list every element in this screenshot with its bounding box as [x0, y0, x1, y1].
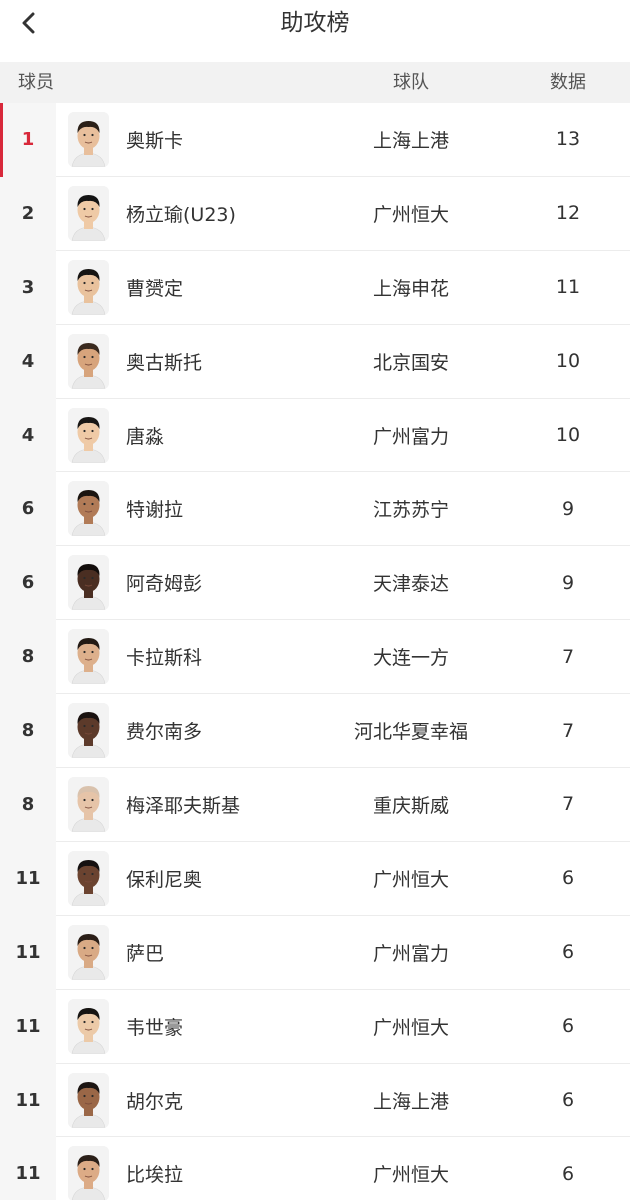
player-avatar	[68, 481, 109, 537]
player-avatar	[68, 555, 109, 611]
player-avatar	[68, 112, 109, 167]
column-header-stat: 数据	[550, 72, 586, 93]
player-team: 重庆斯威	[372, 794, 450, 817]
player-team: 北京国安	[372, 351, 450, 374]
rank-number: 11	[15, 1089, 41, 1111]
player-avatar	[68, 998, 109, 1054]
player-team: 广州恒大	[372, 868, 450, 891]
assist-count: 9	[561, 571, 575, 594]
player-name: 杨立瑜(U23)	[126, 203, 236, 226]
assist-count: 7	[561, 645, 575, 668]
assist-count: 7	[561, 793, 575, 816]
column-header-row: 球员 球队 数据	[0, 62, 630, 103]
player-name: 卡拉斯科	[126, 647, 203, 670]
player-row[interactable]: 3 曹赟定 上海申花 11	[0, 250, 630, 325]
player-team: 广州恒大	[372, 203, 450, 226]
rank-number: 6	[21, 572, 35, 594]
player-team: 上海申花	[372, 277, 450, 300]
player-row[interactable]: 8 费尔南多 河北华夏幸福 7	[0, 694, 630, 769]
rank-number: 4	[21, 424, 35, 446]
player-team: 广州恒大	[372, 1164, 450, 1187]
assist-count: 6	[561, 1162, 575, 1185]
assist-count: 12	[555, 202, 581, 225]
player-team: 河北华夏幸福	[353, 721, 469, 744]
rank-number: 11	[15, 867, 41, 889]
assist-count: 6	[561, 941, 575, 964]
player-row[interactable]: 11 韦世豪 广州恒大 6	[0, 989, 630, 1064]
assist-count: 13	[555, 128, 581, 151]
player-name: 阿奇姆彭	[126, 573, 203, 596]
player-name: 费尔南多	[126, 721, 203, 744]
rank-number: 11	[15, 1015, 41, 1037]
assist-count: 10	[555, 350, 581, 373]
player-name: 唐淼	[126, 425, 165, 448]
player-name: 保利尼奥	[126, 868, 203, 891]
rank-number: 8	[21, 720, 35, 742]
player-avatar	[68, 629, 109, 685]
player-avatar	[68, 407, 109, 463]
player-avatar	[68, 333, 109, 389]
player-team: 天津泰达	[372, 573, 450, 596]
assist-count: 7	[561, 719, 575, 742]
rank-number: 3	[21, 276, 35, 298]
player-name: 奥古斯托	[126, 351, 203, 374]
player-row[interactable]: 6 阿奇姆彭 天津泰达 9	[0, 546, 630, 621]
player-name: 萨巴	[126, 942, 165, 965]
player-row[interactable]: 1 奥斯卡 上海上港 13	[0, 103, 630, 177]
rank-number: 4	[21, 350, 35, 372]
player-row[interactable]: 6 特谢拉 江苏苏宁 9	[0, 472, 630, 547]
assist-count: 9	[561, 497, 575, 520]
assist-count: 6	[561, 1089, 575, 1112]
player-name: 特谢拉	[126, 499, 184, 522]
column-header-team: 球队	[393, 72, 429, 93]
column-header-player: 球员	[18, 72, 54, 93]
assist-count: 10	[555, 424, 581, 446]
player-team: 大连一方	[372, 647, 450, 670]
player-avatar	[68, 924, 109, 980]
assist-count: 6	[561, 867, 575, 890]
player-avatar	[68, 777, 109, 833]
assist-count: 11	[555, 276, 581, 299]
player-name: 韦世豪	[126, 1016, 184, 1039]
page-title: 助攻榜	[280, 10, 350, 36]
player-name: 梅泽耶夫斯基	[126, 794, 241, 817]
player-avatar	[68, 185, 109, 241]
player-name: 曹赟定	[126, 277, 184, 300]
rank-number: 1	[21, 128, 35, 150]
assist-count: 6	[561, 1015, 575, 1038]
player-team: 广州富力	[372, 942, 450, 965]
player-team: 江苏苏宁	[372, 499, 450, 522]
player-avatar	[68, 703, 109, 759]
player-avatar	[68, 1146, 109, 1200]
player-name: 胡尔克	[126, 1090, 184, 1113]
player-avatar	[68, 1072, 109, 1128]
player-row[interactable]: 2 杨立瑜(U23) 广州恒大 12	[0, 176, 630, 251]
player-row[interactable]: 11 胡尔克 上海上港 6	[0, 1063, 630, 1138]
rank-number: 8	[21, 646, 35, 668]
assist-ranking-list: 1 奥斯卡 上海上港 13 2 杨立瑜(U23) 广州恒大 12 3 曹赟定 上海申花 11 4 奥古斯托…	[0, 103, 630, 1200]
player-team: 广州恒大	[372, 1016, 450, 1039]
player-row[interactable]: 11 萨巴 广州富力 6	[0, 915, 630, 990]
player-row[interactable]: 11 比埃拉 广州恒大 6	[0, 1137, 630, 1200]
player-name: 比埃拉	[126, 1164, 184, 1187]
player-row[interactable]: 11 保利尼奥 广州恒大 6	[0, 841, 630, 916]
player-avatar	[68, 850, 109, 906]
player-row[interactable]: 4 奥古斯托 北京国安 10	[0, 324, 630, 399]
player-row[interactable]: 4 唐淼 广州富力 10	[0, 398, 630, 473]
rank-number: 6	[21, 498, 35, 520]
player-team: 上海上港	[372, 129, 450, 152]
player-row[interactable]: 8 梅泽耶夫斯基 重庆斯威 7	[0, 768, 630, 842]
rank-number: 11	[15, 941, 41, 963]
player-avatar	[68, 259, 109, 315]
top-bar: 助攻榜	[0, 0, 630, 62]
rank-number: 2	[21, 202, 35, 224]
player-name: 奥斯卡	[126, 129, 184, 152]
rank-number: 11	[15, 1163, 41, 1185]
rank-number: 8	[21, 793, 35, 815]
player-team: 上海上港	[372, 1090, 450, 1113]
player-row[interactable]: 8 卡拉斯科 大连一方 7	[0, 620, 630, 695]
player-team: 广州富力	[372, 425, 450, 448]
